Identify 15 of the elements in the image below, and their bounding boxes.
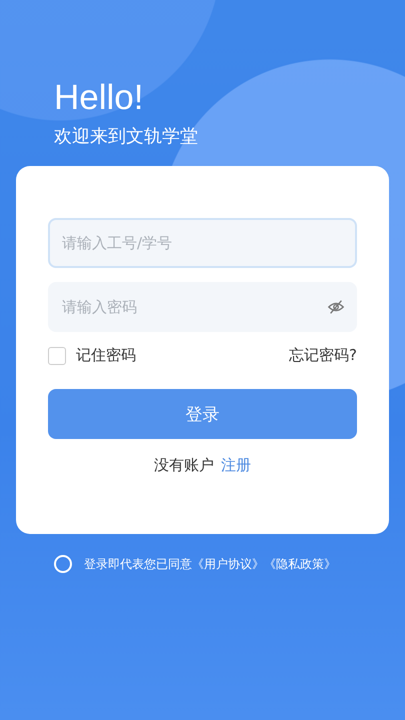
password-input-field[interactable]: 请输入密码 [48,282,357,332]
remember-label[interactable]: 记住密码 [76,346,136,365]
forgot-password-link[interactable]: 忘记密码? [289,346,357,365]
hidden-eye-icon[interactable] [327,298,345,316]
welcome-subtitle: 欢迎来到文轨学堂 [54,125,199,148]
no-account-text: 没有账户 [154,456,214,475]
policy-link[interactable]: 《隐私政策》 [264,556,336,570]
account-input-field[interactable]: 请输入工号/学号 [48,218,357,268]
greeting-title: Hello! [54,78,144,118]
policy-link[interactable]: 《用户协议》 [192,556,264,570]
login-button[interactable]: 登录 [48,389,357,439]
agreement-text: 登录即代表您已同意《用户协议》《隐私政策》 [84,556,336,572]
remember-checkbox[interactable] [48,346,66,364]
agreement-radio[interactable] [54,555,72,573]
register-link[interactable]: 注册 [221,456,251,475]
